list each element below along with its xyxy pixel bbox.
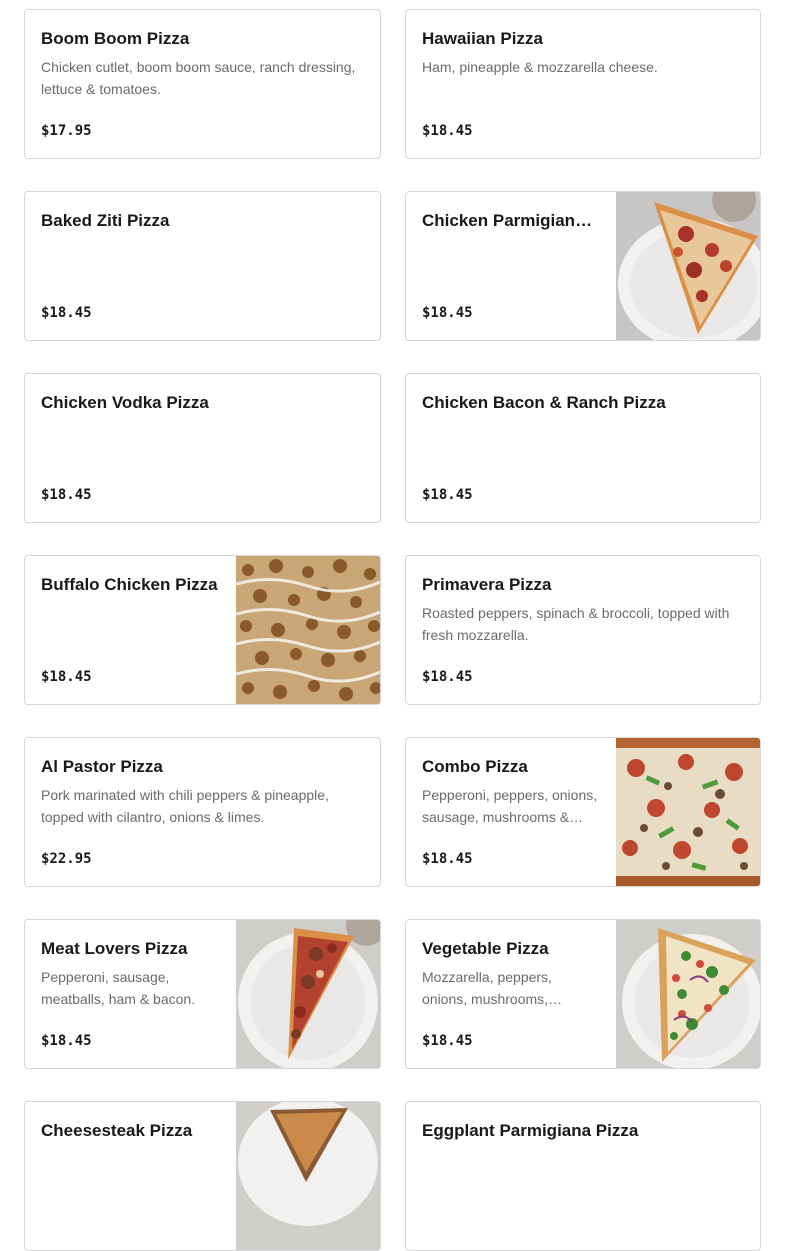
menu-item-price: $18.45 [422,851,473,867]
menu-item-price: $18.45 [422,487,473,503]
menu-item-price: $22.95 [41,851,92,867]
menu-item-card[interactable]: Eggplant Parmigiana Pizza [405,1101,761,1251]
pizza-slice-photo [236,1102,380,1250]
menu-item-description: Pork marinated with chili peppers & pine… [41,787,329,825]
menu-item-name: Primavera Pizza [422,575,552,594]
menu-item-name: Vegetable Pizza [422,939,549,958]
menu-item-description: Ham, pineapple & mozzarella cheese. [422,59,658,75]
menu-item-price: $18.45 [41,669,92,685]
menu-item-photo [616,192,760,340]
menu-item-card[interactable]: Chicken Bacon & Ranch Pizza $18.45 [405,373,761,523]
menu-item-photo [236,920,380,1068]
menu-item-card[interactable]: Boom Boom Pizza Chicken cutlet, boom boo… [24,9,381,159]
menu-item-price: $18.45 [422,123,473,139]
menu-item-name: Chicken Parmigiana Pizza [422,211,600,230]
menu-item-card[interactable]: Baked Ziti Pizza $18.45 [24,191,381,341]
menu-item-price: $18.45 [41,487,92,503]
menu-item-name: Combo Pizza [422,757,528,776]
menu-item-text: Eggplant Parmigiana Pizza [422,1120,744,1234]
menu-item-photo [616,920,760,1068]
menu-item-photo [236,556,380,704]
menu-item-name: Chicken Bacon & Ranch Pizza [422,393,666,412]
menu-item-description: Mozzarella, peppers, onions, mushrooms, … [422,969,552,1007]
menu-item-card[interactable]: Cheesesteak Pizza [24,1101,381,1251]
pizza-slice-photo [236,920,380,1068]
menu-item-price: $18.45 [41,305,92,321]
menu-item-photo [236,1102,380,1250]
menu-item-card[interactable]: Buffalo Chicken Pizza $18.45 [24,555,381,705]
menu-item-name: Al Pastor Pizza [41,757,163,776]
menu-item-photo [616,738,760,886]
menu-item-name: Boom Boom Pizza [41,29,190,48]
menu-item-description: Pepperoni, sausage, meatballs, ham & bac… [41,969,196,1007]
menu-item-price: $18.45 [422,669,473,685]
pizza-slice-photo [616,192,760,340]
menu-item-card[interactable]: Vegetable Pizza Mozzarella, peppers, oni… [405,919,761,1069]
menu-item-price: $17.95 [41,123,92,139]
buffalo-chicken-photo [236,556,380,704]
menu-item-name: Hawaiian Pizza [422,29,543,48]
pizza-slice-photo [616,920,760,1068]
menu-item-card[interactable]: Chicken Parmigiana Pizza $18.45 [405,191,761,341]
menu-item-card[interactable]: Primavera Pizza Roasted peppers, spinach… [405,555,761,705]
menu-item-price: $18.45 [41,1033,92,1049]
menu-item-card[interactable]: Combo Pizza Pepperoni, peppers, onions, … [405,737,761,887]
menu-item-text: Cheesesteak Pizza [41,1120,220,1234]
menu-item-card[interactable]: Hawaiian Pizza Ham, pineapple & mozzarel… [405,9,761,159]
menu-item-name: Cheesesteak Pizza [41,1121,193,1140]
menu-item-name: Meat Lovers Pizza [41,939,188,958]
menu-item-name: Chicken Vodka Pizza [41,393,209,412]
menu-item-name: Eggplant Parmigiana Pizza [422,1121,639,1140]
menu-item-description: Pepperoni, peppers, onions, sausage, mus… [422,787,598,825]
menu-item-description: Chicken cutlet, boom boom sauce, ranch d… [41,59,356,97]
combo-pizza-photo [616,738,760,886]
menu-items-grid: Boom Boom Pizza Chicken cutlet, boom boo… [24,9,761,1251]
menu-item-price: $18.45 [422,1033,473,1049]
menu-item-name: Baked Ziti Pizza [41,211,170,230]
menu-item-name: Buffalo Chicken Pizza [41,575,218,594]
menu-item-price: $18.45 [422,305,473,321]
menu-item-card[interactable]: Meat Lovers Pizza Pepperoni, sausage, me… [24,919,381,1069]
menu-item-card[interactable]: Chicken Vodka Pizza $18.45 [24,373,381,523]
menu-item-description: Roasted peppers, spinach & broccoli, top… [422,605,730,643]
menu-item-card[interactable]: Al Pastor Pizza Pork marinated with chil… [24,737,381,887]
